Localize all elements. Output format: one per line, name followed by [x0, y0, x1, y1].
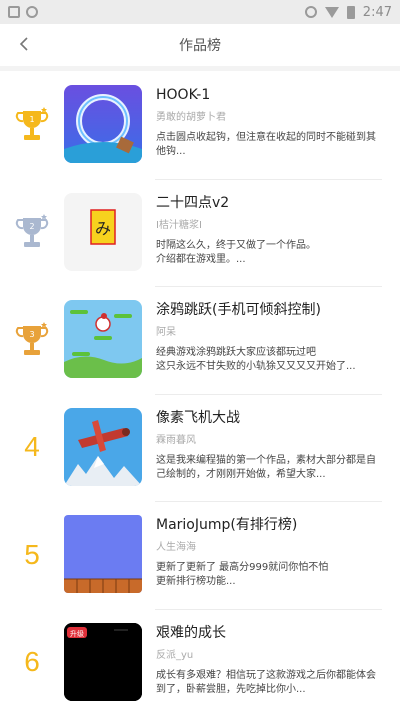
rank-number: 3 [29, 330, 34, 339]
game-info: 艰难的成长 反派_yu 成长有多艰难？相信玩了这款游戏之后你都能体会到了，卧薪尝… [156, 623, 382, 697]
bronze-trophy-icon: 3 [15, 321, 49, 355]
list-item[interactable]: 2 み 二十四点v2 I桔汁糖浆I 时隔这么久，终于又做了一个作品。 介绍都在游… [0, 178, 400, 287]
status-bar: 2:47 [0, 0, 400, 24]
author-name: 人生海海 [156, 542, 196, 553]
growth-game-thumbnail-image: 升级 [64, 622, 142, 701]
game-title: 像素飞机大战 [156, 409, 240, 426]
game-description: 点击圆点收起钩，但注意在收起的同时不能碰到其他钩... [156, 132, 376, 157]
gold-trophy-icon: 1 [15, 106, 49, 140]
list-item[interactable]: 5 MarioJump(有排行榜) 人生海海 更新了更新了 最高分999就问你怕… [0, 501, 400, 609]
game-info: 涂鸦跳跃(手机可倾斜控制) 阿呆 经典游戏涂鸦跳跃大家应该都玩过吧 这只永远不甘… [156, 300, 382, 374]
rank-badge: 4 [0, 394, 64, 502]
game-thumbnail[interactable]: 升级 [64, 622, 142, 701]
pixel-plane-thumbnail-image [64, 407, 142, 486]
rank-badge: 6 [0, 609, 64, 711]
card-thumbnail-image: み [90, 208, 116, 245]
level-badge-text: 升级 [70, 629, 84, 638]
rank-number: 1 [29, 115, 34, 124]
chevron-left-icon [19, 37, 28, 51]
rank-number: 6 [24, 646, 40, 678]
game-thumbnail[interactable] [64, 407, 142, 486]
rank-number: 2 [29, 222, 34, 231]
page-title: 作品榜 [179, 38, 221, 54]
game-thumbnail[interactable] [64, 300, 142, 378]
game-description: 这是我来编程猫的第一个作品，素材大部分都是自己绘制的，才刚刚开始做，希望大家..… [156, 454, 376, 480]
game-description: 经典游戏涂鸦跳跃大家应该都玩过吧 这只永远不甘失败的小轨狳又又又又开始了... [156, 347, 356, 372]
list-item[interactable]: 6 升级 艰难的成长 反派_yu 成长有多艰难？相信玩了这款游戏之后你都能体会到… [0, 608, 400, 711]
game-thumbnail[interactable] [64, 515, 142, 593]
wifi-icon [304, 6, 317, 18]
author-name: 阿呆 [156, 327, 176, 338]
rank-badge: 3 [0, 286, 64, 394]
game-title: MarioJump(有排行榜) [156, 517, 298, 533]
game-description: 更新了更新了 最高分999就问你怕不怕 更新排行榜功能... [156, 562, 329, 587]
game-description: 时隔这么久，终于又做了一个作品。 介绍都在游戏里。... [156, 239, 316, 265]
game-title: 涂鸦跳跃(手机可倾斜控制) [156, 302, 321, 318]
game-title: 艰难的成长 [156, 624, 226, 641]
author-name: 反派_yu [156, 649, 194, 661]
status-time: 2:47 [362, 4, 392, 20]
rank-badge: 2 [0, 179, 64, 287]
doodle-jump-thumbnail-image [64, 300, 142, 378]
game-description: 成长有多艰难？相信玩了这款游戏之后你都能体会到了，卧薪尝胆，先吃掉比你小... [156, 669, 376, 695]
silver-trophy-icon: 2 [15, 214, 49, 248]
app-header: 作品榜 [0, 24, 400, 66]
game-thumbnail[interactable]: み [64, 192, 142, 271]
mario-jump-thumbnail-image [64, 515, 142, 593]
game-info: HOOK-1 勇敢的胡萝卜君 点击圆点收起钩，但注意在收起的同时不能碰到其他钩.… [156, 85, 382, 159]
hook-thumbnail-image [64, 85, 142, 163]
game-thumbnail[interactable] [64, 85, 142, 163]
author-name: I桔汁糖浆I [156, 219, 202, 231]
app-icon [26, 6, 38, 18]
game-title: HOOK-1 [156, 87, 211, 103]
rank-number: 4 [24, 431, 40, 463]
list-item[interactable]: 4 像素飞机大战 霖雨暮风 这是我来编程猫的第一个作品，素材大部分都是自己绘制的… [0, 393, 400, 502]
author-name: 霖雨暮风 [156, 434, 196, 446]
card-glyph: み [95, 219, 111, 238]
game-info: MarioJump(有排行榜) 人生海海 更新了更新了 最高分999就问你怕不怕… [156, 515, 382, 589]
author-name: 勇敢的胡萝卜君 [156, 112, 226, 123]
game-info: 二十四点v2 I桔汁糖浆I 时隔这么久，终于又做了一个作品。 介绍都在游戏里。.… [156, 193, 382, 267]
game-info: 像素飞机大战 霖雨暮风 这是我来编程猫的第一个作品，素材大部分都是自己绘制的，才… [156, 408, 382, 482]
rank-number: 5 [24, 538, 40, 570]
notification-icon [8, 6, 20, 18]
battery-icon [346, 5, 355, 19]
list-item[interactable]: 1 HOOK-1 勇敢的胡萝卜君 点击圆点收起钩，但注意在收起的同时不能碰到其他… [0, 71, 400, 179]
rank-badge: 5 [0, 501, 64, 609]
list-item[interactable]: 3 涂鸦跳跃(手机可倾斜控制) 阿呆 经典游戏涂鸦跳跃大家应该都玩过吧 这只永远… [0, 286, 400, 394]
signal-icon [324, 6, 339, 18]
back-button[interactable] [10, 30, 38, 58]
game-title: 二十四点v2 [156, 194, 230, 211]
rank-badge: 1 [0, 71, 64, 179]
ranking-list: 1 HOOK-1 勇敢的胡萝卜君 点击圆点收起钩，但注意在收起的同时不能碰到其他… [0, 71, 400, 711]
